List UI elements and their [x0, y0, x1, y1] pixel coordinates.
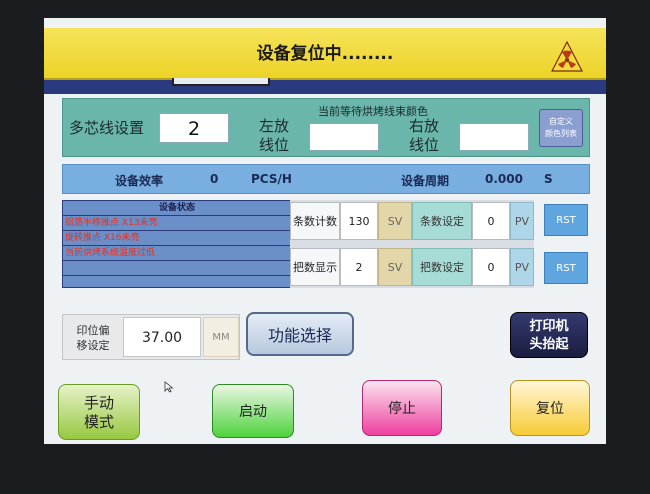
status-line — [63, 260, 291, 275]
bundle-value: 2 — [340, 248, 378, 286]
efficiency-label: 设备效率 — [115, 174, 164, 188]
hmi-screen: 设备复位中........ 多芯线设置 2 当前等待烘烤线束颜色 左放 线位 右放… — [44, 18, 606, 444]
print-offset-panel: 印位偏 移设定 37.00 MM — [62, 314, 240, 360]
device-status-panel: 设备状态 铝箔半移推点 X13未亮 旋转推点 X16未亮 当前烘烤系统温度过低 — [62, 200, 292, 288]
sv-tag: SV — [378, 202, 412, 240]
status-title: 设备状态 — [158, 203, 195, 213]
count-set-label: 条数设定 — [412, 202, 472, 240]
bundle-reset-button[interactable]: RST — [544, 252, 588, 284]
multicore-input[interactable]: 2 — [159, 113, 229, 143]
right-position-color-field[interactable] — [459, 123, 529, 151]
cycle-value: 0.000 — [485, 172, 523, 186]
cycle-unit: S — [544, 172, 553, 186]
header-divider — [44, 80, 606, 94]
status-line: 当前烘烤系统温度过低 — [63, 245, 291, 260]
offset-input[interactable]: 37.00 — [123, 317, 201, 357]
count-reset-button[interactable]: RST — [544, 204, 588, 236]
cycle-label: 设备周期 — [401, 174, 450, 188]
offset-unit: MM — [203, 317, 239, 357]
mouse-cursor-icon — [164, 381, 174, 393]
reset-button[interactable]: 复位 — [510, 380, 590, 436]
wire-settings-panel: 多芯线设置 2 当前等待烘烤线束颜色 左放 线位 右放 线位 自定义 颜色列表 — [62, 98, 590, 157]
multicore-label: 多芯线设置 — [69, 119, 145, 137]
efficiency-bar: 设备效率 0 PCS/H 设备周期 0.000 S — [62, 164, 590, 194]
status-line: 铝箔半移推点 X13未亮 — [63, 215, 291, 230]
efficiency-value: 0 — [210, 172, 219, 186]
function-select-button[interactable]: 功能选择 — [246, 312, 354, 356]
sv-tag: SV — [378, 248, 412, 286]
page-title: 设备复位中........ — [256, 44, 394, 64]
tab-indicator — [172, 78, 270, 86]
pv-tag: PV — [510, 248, 534, 286]
bundle-label: 把数显示 — [290, 248, 340, 286]
left-position-color-field[interactable] — [309, 123, 379, 151]
count-value: 130 — [340, 202, 378, 240]
left-position-label: 左放 线位 — [259, 117, 290, 154]
count-set-input[interactable]: 0 — [472, 202, 510, 240]
manual-mode-button[interactable]: 手动 模式 — [58, 384, 140, 440]
status-line: 旋转推点 X16未亮 — [63, 230, 291, 245]
efficiency-unit: PCS/H — [251, 172, 292, 186]
right-position-label: 右放 线位 — [409, 117, 440, 154]
custom-color-list-button[interactable]: 自定义 颜色列表 — [539, 109, 583, 147]
bundle-set-label: 把数设定 — [412, 248, 472, 286]
bundle-set-input[interactable]: 0 — [472, 248, 510, 286]
stop-button[interactable]: 停止 — [362, 380, 442, 436]
offset-label: 印位偏 移设定 — [76, 324, 110, 352]
status-line — [63, 275, 291, 287]
title-bar: 设备复位中........ — [44, 28, 606, 80]
pv-tag: PV — [510, 202, 534, 240]
start-button[interactable]: 启动 — [212, 384, 294, 438]
count-label: 条数计数 — [290, 202, 340, 240]
counter-grid: 条数计数 130 SV 条数设定 0 PV 把数显示 2 SV 把数设定 0 P… — [290, 200, 534, 288]
printer-head-up-button[interactable]: 打印机 头抬起 — [510, 312, 588, 358]
radiation-triangle-icon — [551, 40, 583, 72]
